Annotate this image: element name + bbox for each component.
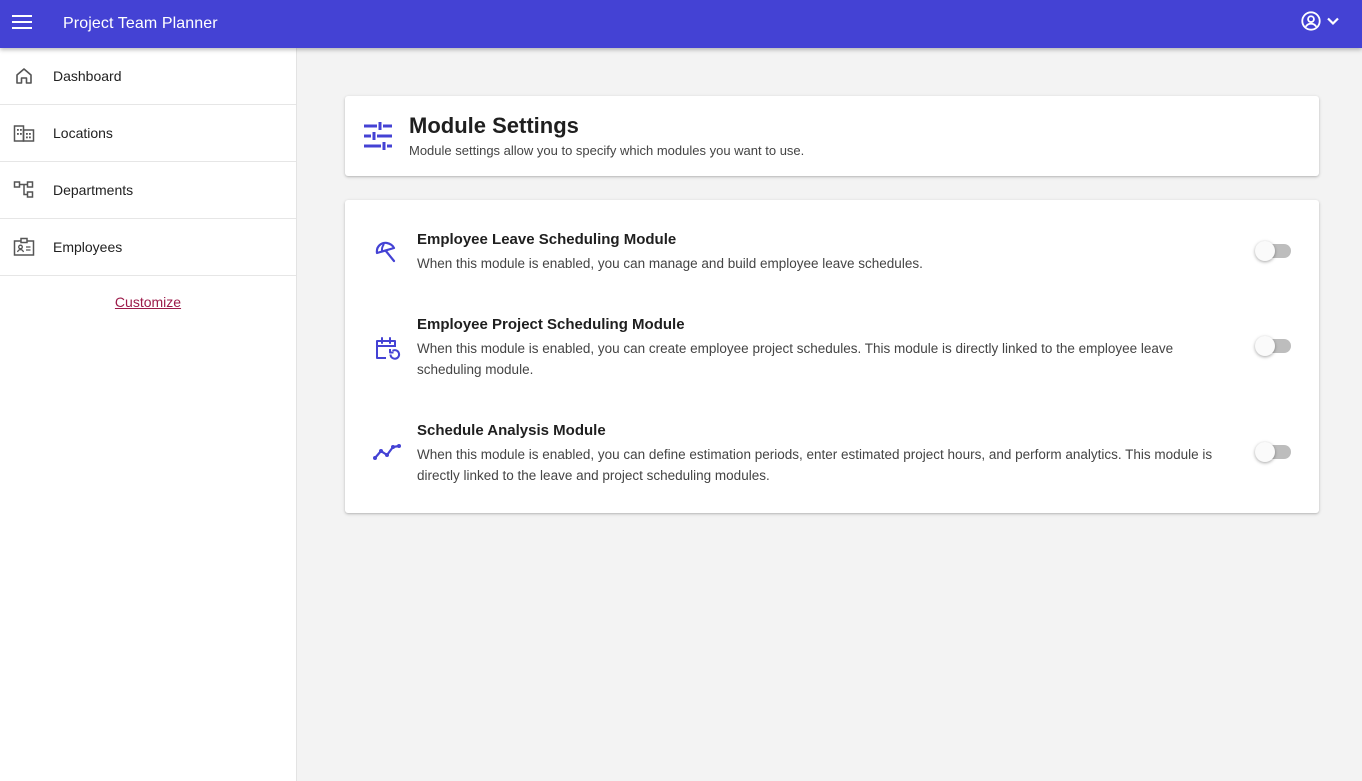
sidebar-item-employees[interactable]: Employees	[0, 219, 296, 276]
sidebar-item-dashboard[interactable]: Dashboard	[0, 48, 296, 105]
module-title: Schedule Analysis Module	[417, 422, 606, 439]
calendar-refresh-icon	[373, 335, 401, 368]
account-menu-button[interactable]	[1300, 10, 1340, 37]
module-title: Employee Leave Scheduling Module	[417, 231, 677, 248]
page-title: Module Settings	[409, 113, 579, 138]
sidebar-item-label: Employees	[53, 239, 123, 255]
modules-card: Employee Leave Scheduling Module When th…	[345, 200, 1319, 513]
schedule-analysis-toggle[interactable]	[1255, 442, 1291, 462]
menu-button[interactable]	[0, 0, 44, 48]
account-circle-icon	[1300, 10, 1322, 37]
sidebar-item-label: Locations	[53, 125, 113, 141]
sidebar: Dashboard Locations Departments Employee…	[0, 48, 297, 781]
project-scheduling-toggle[interactable]	[1255, 336, 1291, 356]
page-subtitle: Module settings allow you to specify whi…	[409, 143, 805, 158]
module-description: When this module is enabled, you can def…	[417, 447, 1213, 483]
menu-icon	[12, 14, 32, 34]
toggle-thumb	[1255, 442, 1275, 462]
customize-link[interactable]: Customize	[115, 294, 181, 310]
module-description: When this module is enabled, you can cre…	[417, 341, 1174, 377]
id-badge-icon	[0, 237, 53, 257]
hierarchy-icon	[0, 180, 53, 200]
module-settings-header-card: Module Settings Module settings allow yo…	[345, 96, 1319, 176]
tune-icon	[363, 122, 393, 155]
sidebar-item-label: Dashboard	[53, 68, 122, 84]
sidebar-item-departments[interactable]: Departments	[0, 162, 296, 219]
app-title: Project Team Planner	[63, 15, 218, 32]
toggle-thumb	[1255, 336, 1275, 356]
toggle-thumb	[1255, 241, 1275, 261]
home-icon	[0, 66, 53, 86]
trend-line-icon	[373, 442, 401, 467]
beach-umbrella-icon	[373, 239, 399, 270]
sidebar-item-locations[interactable]: Locations	[0, 105, 296, 162]
leave-scheduling-toggle[interactable]	[1255, 241, 1291, 261]
chevron-down-icon	[1326, 14, 1340, 33]
module-description: When this module is enabled, you can man…	[417, 256, 923, 271]
module-title: Employee Project Scheduling Module	[417, 316, 685, 333]
sidebar-item-label: Departments	[53, 182, 134, 198]
building-icon	[0, 123, 53, 143]
top-app-bar: Project Team Planner	[0, 0, 1362, 48]
